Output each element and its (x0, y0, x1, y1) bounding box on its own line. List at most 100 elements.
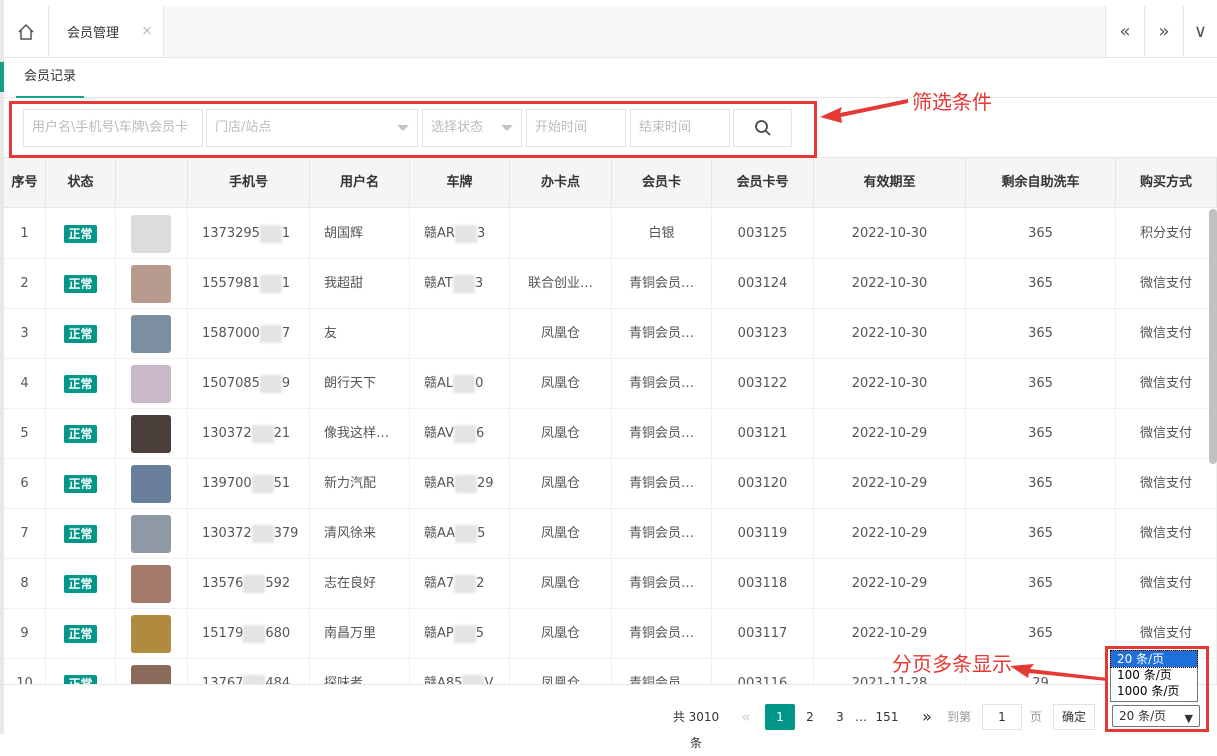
plate-suffix: 2 (476, 576, 485, 591)
page-3-button[interactable]: 3 (830, 704, 850, 730)
cell-card-no: 003120 (712, 459, 814, 509)
phone-suffix: 51 (273, 476, 291, 491)
confirm-button[interactable]: 确定 (1053, 704, 1095, 730)
redaction-mask (259, 374, 282, 393)
cell-expire: 2022-10-29 (814, 409, 966, 459)
cell-username: 友 (310, 309, 410, 359)
cell-card: 青铜会员… (612, 509, 712, 559)
tab-member-records[interactable]: 会员记录 (16, 58, 85, 98)
cell-store: 联合创业… (510, 259, 612, 309)
header-col-expire: 有效期至 (814, 158, 966, 208)
table-row[interactable]: 2 正常 1557981 1 我超甜 赣AT 3 联合创业… 青铜会员… 003124 2022-1… (4, 259, 1217, 309)
phone-prefix: 130372 (202, 426, 252, 441)
cell-remaining: 365 (966, 259, 1116, 309)
header-col-store: 办卡点 (510, 158, 612, 208)
page-2-button[interactable]: 2 (800, 704, 820, 730)
goto-page-input[interactable]: 1 (982, 704, 1022, 730)
tab-prev-button[interactable]: « (1105, 6, 1144, 57)
phone-prefix: 130372 (202, 526, 252, 541)
redaction-mask (452, 274, 475, 293)
table-row[interactable]: 5 正常 130372 21 像我这样… 赣AV 6 凤凰仓 青铜会员… 003121 2022-1… (4, 409, 1217, 459)
cell-phone: 13767 484 (188, 659, 310, 684)
tab-strip-background (164, 6, 1217, 57)
cell-plate: 赣AL 0 (410, 359, 510, 409)
pagination-bar: 共 3010 条 « 1 2 3 … 151 » 到第 1 页 确定 20 条/… (4, 684, 1217, 750)
table-row[interactable]: 6 正常 139700 51 新力汽配 赣AR 29 凤凰仓 青铜会员… 003120 2022-1… (4, 459, 1217, 509)
status-badge: 正常 (64, 624, 97, 643)
tab-next-button[interactable]: » (1144, 6, 1183, 57)
phone-suffix: 484 (265, 676, 291, 684)
tab-member-management[interactable]: 会员管理 × (52, 6, 164, 57)
cell-store: 凤凰仓 (510, 459, 612, 509)
table-scrollbar[interactable] (1209, 209, 1217, 464)
table-row[interactable]: 7 正常 130372 379 清风徐来 赣AA 5 凤凰仓 青铜会员… 003119 2022-1… (4, 509, 1217, 559)
cell-plate: 赣AR 3 (410, 209, 510, 259)
cell-card-no: 003121 (712, 409, 814, 459)
phone-prefix: 1557981 (202, 276, 260, 291)
cell-store: 凤凰仓 (510, 359, 612, 409)
page-1-button[interactable]: 1 (765, 704, 795, 730)
cell-card-no: 003117 (712, 609, 814, 659)
redaction-mask (455, 524, 478, 543)
redaction-mask (251, 524, 274, 543)
page-ellipsis: … (855, 710, 867, 724)
avatar (131, 315, 171, 353)
avatar (131, 215, 171, 253)
cell-status: 正常 (46, 459, 116, 509)
table-row[interactable]: 8 正常 13576 592 志在良好 赣A7 2 凤凰仓 青铜会员… 003118 2022-10… (4, 559, 1217, 609)
table-row[interactable]: 4 正常 1507085 9 朗行天下 赣AL 0 凤凰仓 青铜会员… 003122 2022-10… (4, 359, 1217, 409)
home-button[interactable] (4, 6, 49, 57)
cell-avatar (116, 309, 188, 359)
header-col-card: 会员卡 (612, 158, 712, 208)
plate-prefix: 赣AT (424, 276, 453, 291)
total-count: 共 3010 条 (672, 710, 720, 750)
plate-prefix: 赣AA (424, 526, 456, 541)
phone-prefix: 1507085 (202, 376, 260, 391)
table-row[interactable]: 3 正常 1587000 7 友 凤凰仓 青铜会员… 003123 2022-10-30 365 微… (4, 309, 1217, 359)
cell-avatar (116, 409, 188, 459)
cell-expire: 2022-10-29 (814, 459, 966, 509)
redaction-mask (453, 624, 476, 643)
redaction-mask (453, 424, 476, 443)
phone-suffix: 7 (281, 326, 291, 341)
home-icon (18, 23, 34, 40)
phone-prefix: 139700 (202, 476, 252, 491)
cell-store: 凤凰仓 (510, 659, 612, 684)
cell-username: 南昌万里 (310, 609, 410, 659)
plate-prefix: 赣A85 (424, 676, 463, 684)
cell-plate: 赣A85 V (410, 659, 510, 684)
cell-remaining: 365 (966, 409, 1116, 459)
cell-payment: 微信支付 (1116, 409, 1217, 459)
cell-seq: 7 (4, 509, 46, 559)
close-icon[interactable]: × (141, 23, 153, 39)
cell-payment: 微信支付 (1116, 509, 1217, 559)
cell-username: 清风徐来 (310, 509, 410, 559)
cell-status: 正常 (46, 659, 116, 684)
phone-prefix: 1373295 (202, 226, 260, 241)
cell-status: 正常 (46, 209, 116, 259)
avatar (131, 465, 171, 503)
header-col-avatar (116, 158, 188, 208)
plate-suffix: 3 (476, 226, 486, 241)
status-badge: 正常 (64, 474, 97, 493)
cell-seq: 4 (4, 359, 46, 409)
cell-store: 凤凰仓 (510, 609, 612, 659)
header-col-status: 状态 (46, 158, 116, 208)
cell-remaining: 365 (966, 309, 1116, 359)
table-row[interactable]: 1 正常 1373295 1 胡国辉 赣AR 3 白银 003125 2022-10-30 365 积… (4, 209, 1217, 259)
tab-more-button[interactable]: ∨ (1183, 6, 1217, 57)
plate-prefix: 赣AV (424, 426, 454, 441)
prev-page-button[interactable]: « (736, 704, 756, 730)
cell-phone: 1507085 9 (188, 359, 310, 409)
cell-card: 青铜会员… (612, 459, 712, 509)
redaction-mask (454, 224, 477, 243)
cell-phone: 139700 51 (188, 459, 310, 509)
cell-plate: 赣AA 5 (410, 509, 510, 559)
cell-payment: 微信支付 (1116, 559, 1217, 609)
cell-store (510, 209, 612, 259)
next-page-button[interactable]: » (917, 704, 937, 730)
page-151-button[interactable]: 151 (872, 704, 902, 730)
cell-seq: 3 (4, 309, 46, 359)
cell-avatar (116, 659, 188, 684)
redaction-mask (251, 474, 274, 493)
